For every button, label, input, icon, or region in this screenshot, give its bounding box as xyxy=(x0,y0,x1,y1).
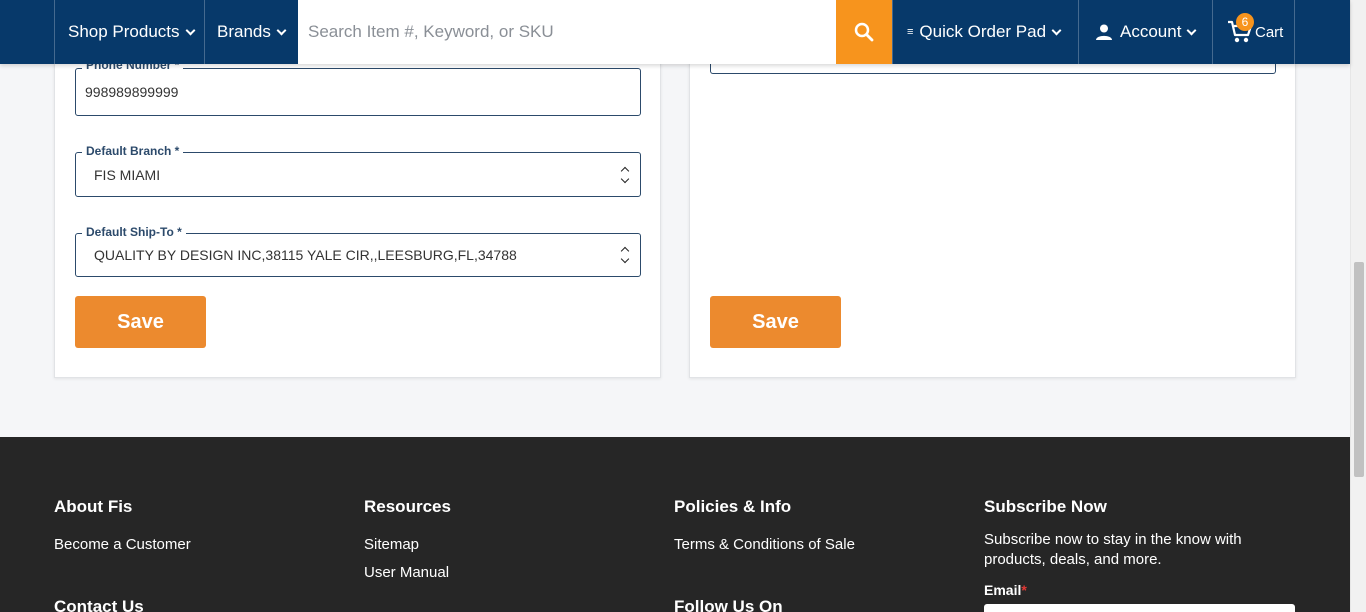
terms-link[interactable]: Terms & Conditions of Sale xyxy=(674,536,855,553)
shop-products-menu[interactable]: Shop Products xyxy=(54,0,205,64)
select-arrows-icon xyxy=(620,164,630,186)
brands-label: Brands xyxy=(217,22,271,41)
subscribe-description: Subscribe now to stay in the know with p… xyxy=(984,531,1242,568)
email-label-text: Email xyxy=(984,582,1022,598)
chevron-down-icon xyxy=(1186,25,1197,35)
resources-heading: Resources xyxy=(364,497,451,516)
search-icon xyxy=(854,22,874,42)
about-heading: About Fis xyxy=(54,497,133,516)
brands-menu[interactable]: Brands xyxy=(204,0,298,64)
account-menu[interactable]: Account xyxy=(1078,0,1213,64)
search-button[interactable] xyxy=(836,0,892,64)
user-manual-link[interactable]: User Manual xyxy=(364,564,449,581)
chevron-down-icon xyxy=(276,25,287,35)
chevron-down-icon xyxy=(1051,25,1062,35)
chevron-down-icon xyxy=(185,25,195,35)
save-button-right[interactable]: Save xyxy=(710,296,841,348)
site-footer: About Fis Become a Customer Contact Us R… xyxy=(0,437,1350,612)
top-navigation-bar: Shop Products Brands ≡ Quick Order Pad A… xyxy=(0,0,1350,64)
become-customer-link[interactable]: Become a Customer xyxy=(54,536,191,553)
default-branch-value: FIS MIAMI xyxy=(94,166,161,183)
email-input[interactable] xyxy=(984,604,1295,612)
cart-label: Cart xyxy=(1255,23,1284,41)
select-arrows-icon xyxy=(620,244,630,266)
email-label: Email* xyxy=(984,580,1284,600)
follow-heading: Follow Us On xyxy=(674,597,783,612)
scrollbar-thumb[interactable] xyxy=(1354,262,1364,477)
contact-heading: Contact Us xyxy=(54,597,144,612)
user-icon xyxy=(1096,24,1112,40)
quick-order-pad-menu[interactable]: ≡ Quick Order Pad xyxy=(892,0,1079,64)
page-scrollbar[interactable] xyxy=(1350,0,1366,612)
phone-number-value: 998989899999 xyxy=(85,84,179,100)
cart-count-badge: 6 xyxy=(1236,13,1254,31)
sitemap-link[interactable]: Sitemap xyxy=(364,536,419,553)
quick-order-pad-label: Quick Order Pad xyxy=(919,22,1047,41)
default-shipto-value: QUALITY BY DESIGN INC,38115 YALE CIR,,LE… xyxy=(94,247,517,263)
save-button[interactable]: Save xyxy=(75,296,206,348)
default-branch-select[interactable]: Default Branch * FIS MIAMI xyxy=(75,144,641,197)
cart-button[interactable]: Cart xyxy=(1212,0,1295,64)
phone-number-field[interactable]: Phone Number * 998989899999 xyxy=(75,58,641,116)
quick-order-icon: ≡ xyxy=(907,26,914,38)
shop-products-label: Shop Products xyxy=(68,22,180,41)
default-shipto-select[interactable]: Default Ship-To * QUALITY BY DESIGN INC,… xyxy=(75,225,641,277)
search-input[interactable] xyxy=(298,0,836,64)
subscribe-heading: Subscribe Now xyxy=(984,497,1107,516)
policies-heading: Policies & Info xyxy=(674,497,792,516)
required-marker: * xyxy=(1021,582,1027,598)
account-label: Account xyxy=(1120,22,1182,41)
